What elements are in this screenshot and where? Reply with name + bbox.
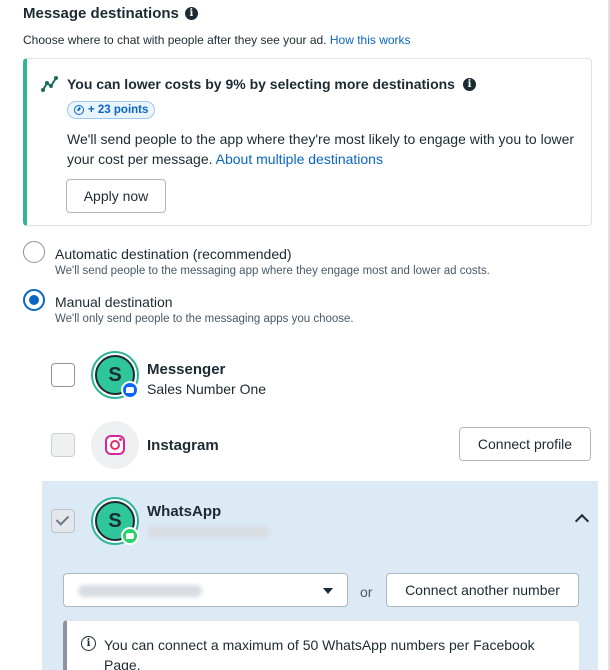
automatic-destination-label[interactable]: Automatic destination (recommended) xyxy=(55,246,292,262)
about-multiple-destinations-link[interactable]: About multiple destinations xyxy=(216,151,383,167)
instagram-checkbox[interactable] xyxy=(51,433,75,457)
whatsapp-number-select[interactable] xyxy=(63,573,348,607)
message-destinations-panel: Message destinations i Choose where to c… xyxy=(0,0,610,670)
automatic-destination-desc: We'll send people to the messaging app w… xyxy=(55,265,490,277)
whatsapp-icon xyxy=(121,527,139,545)
tip-info-icon[interactable]: i xyxy=(462,77,476,91)
whatsapp-name: WhatsApp xyxy=(147,503,222,520)
limit-notice-text: You can connect a maximum of 50 WhatsApp… xyxy=(104,637,535,670)
redacted-selected-number xyxy=(78,585,202,597)
info-outline-icon: i xyxy=(81,636,96,651)
tip-header: You can lower costs by 9% by selecting m… xyxy=(41,75,476,93)
graph-trend-icon xyxy=(41,76,58,92)
how-this-works-link[interactable]: How this works xyxy=(330,33,411,47)
messenger-name: Messenger xyxy=(147,361,226,378)
tip-title: You can lower costs by 9% by selecting m… xyxy=(67,76,455,92)
or-separator: or xyxy=(360,584,373,600)
connect-profile-button[interactable]: Connect profile xyxy=(459,427,591,461)
page-title: Message destinations xyxy=(23,5,179,22)
manual-destination-radio[interactable] xyxy=(23,289,45,311)
cost-tip-card: You can lower costs by 9% by selecting m… xyxy=(23,58,592,226)
subtitle-text: Choose where to chat with people after t… xyxy=(23,33,327,47)
connect-another-number-button[interactable]: Connect another number xyxy=(386,573,579,607)
instagram-icon xyxy=(105,435,125,455)
automatic-destination-radio[interactable] xyxy=(23,241,45,263)
info-icon[interactable]: i xyxy=(184,7,198,20)
manual-destination-desc: We'll only send people to the messaging … xyxy=(55,313,354,325)
points-badge: + 23 points xyxy=(67,101,156,119)
points-badge-label: + 23 points xyxy=(88,104,149,116)
title-row: Message destinations i xyxy=(23,5,198,22)
redacted-phone-number xyxy=(147,526,270,538)
gauge-icon xyxy=(74,105,84,115)
manual-destination-label[interactable]: Manual destination xyxy=(55,294,173,310)
page-subtitle: Choose where to chat with people after t… xyxy=(23,33,411,47)
apply-now-button[interactable]: Apply now xyxy=(66,179,166,213)
checkmark-icon xyxy=(55,512,70,526)
limit-notice-row: i You can connect a maximum of 50 WhatsA… xyxy=(81,635,564,670)
tip-body: We'll send people to the app where they'… xyxy=(67,129,587,169)
instagram-avatar xyxy=(91,421,139,469)
caret-down-icon xyxy=(323,588,333,594)
whatsapp-checkbox[interactable] xyxy=(51,509,75,533)
instagram-name: Instagram xyxy=(147,437,219,454)
messenger-icon xyxy=(121,381,139,399)
messenger-checkbox[interactable] xyxy=(51,363,75,387)
messenger-account: Sales Number One xyxy=(147,381,267,397)
